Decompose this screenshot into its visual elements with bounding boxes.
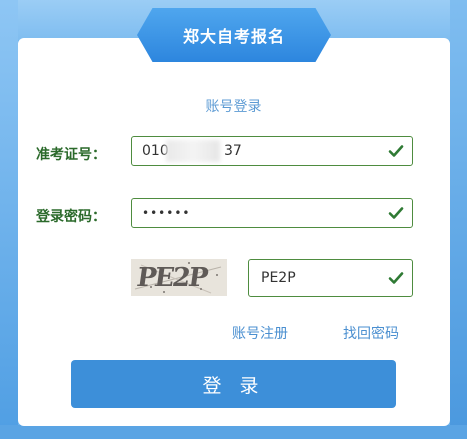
check-icon [388,272,404,284]
password-value: •••••• [142,206,191,220]
captcha-text: PE2P [134,263,209,293]
background-right [450,0,467,439]
background-bottom [0,425,467,439]
captcha-input-value: PE2P [261,270,296,286]
page-title: 郑大自考报名 [182,27,285,46]
exam-id-label: 准考证号： [36,147,106,163]
tab-account-login[interactable]: 账号登录 [0,96,467,116]
recover-password-link[interactable]: 找回密码 [343,323,399,343]
exam-id-prefix: 010 [142,143,169,159]
check-icon [388,145,404,157]
background-left [0,0,18,439]
captcha-image[interactable]: PE2P [131,259,227,296]
check-icon [388,207,404,219]
login-button-label: 登 录 [202,374,265,397]
page-title-banner: 郑大自考报名 [137,8,331,62]
captcha-input[interactable]: PE2P [248,259,413,297]
redaction-blur [166,140,220,162]
register-link[interactable]: 账号注册 [232,323,288,343]
exam-id-suffix: 37 [224,143,242,159]
login-button[interactable]: 登 录 [71,360,396,408]
password-field[interactable]: •••••• [131,198,413,228]
tab-account-login-label: 账号登录 [205,99,262,115]
exam-id-field[interactable]: 010 37 [131,136,413,166]
password-label: 登录密码： [36,209,106,225]
